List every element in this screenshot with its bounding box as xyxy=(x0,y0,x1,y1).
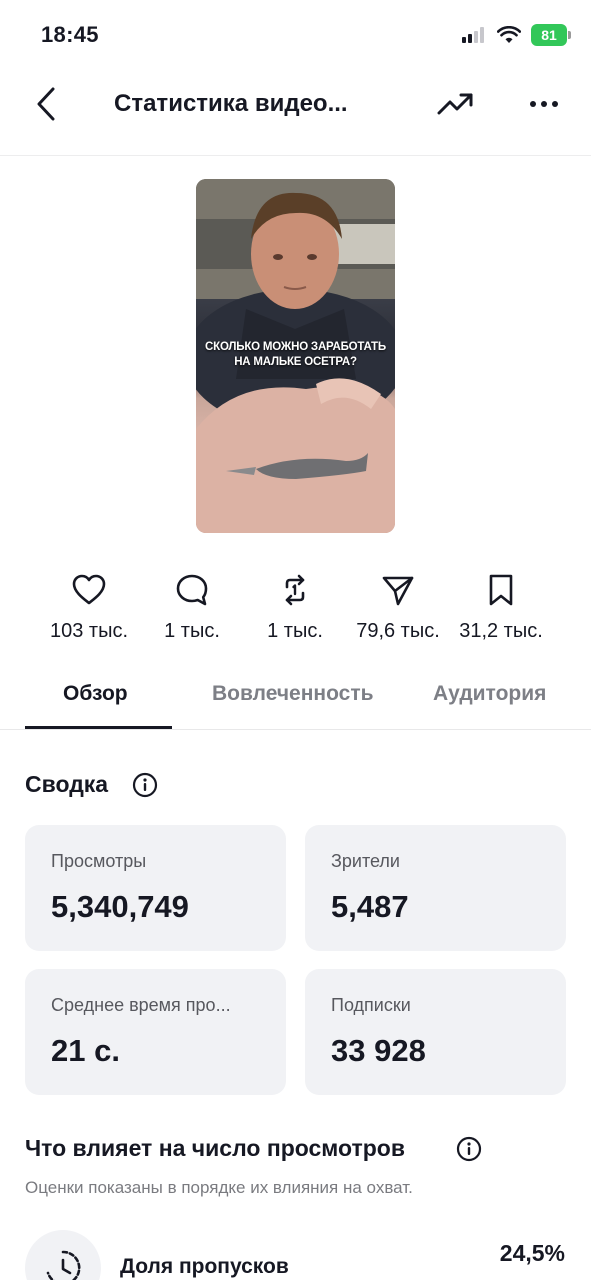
wifi-icon xyxy=(497,26,521,43)
saves-count: 31,2 тыс. xyxy=(459,620,543,642)
header: Статистика видео... xyxy=(0,70,591,156)
heart-icon xyxy=(29,570,149,610)
comment-icon xyxy=(132,570,252,610)
card-value: 33 928 xyxy=(331,1033,426,1068)
status-bar: 18:45 81 xyxy=(0,0,591,70)
summary-card-views[interactable]: Просмотры 5,340,749 xyxy=(25,825,286,951)
card-label: Подписки xyxy=(331,995,411,1015)
video-thumbnail[interactable]: СКОЛЬКО МОЖНО ЗАРАБОТАТЬ НА МАЛЬКЕ ОСЕТР… xyxy=(196,179,395,533)
stat-saves[interactable]: 31,2 тыс. xyxy=(441,570,561,643)
card-label: Среднее время про... xyxy=(51,995,231,1015)
video-caption: СКОЛЬКО МОЖНО ЗАРАБОТАТЬ НА МАЛЬКЕ ОСЕТР… xyxy=(196,340,395,370)
stat-comments[interactable]: 1 тыс. xyxy=(132,570,252,643)
summary-title: Сводка xyxy=(25,771,109,797)
status-time: 18:45 xyxy=(41,22,99,47)
video-caption-line2: НА МАЛЬКЕ ОСЕТРА? xyxy=(234,356,357,368)
comments-count: 1 тыс. xyxy=(164,620,220,642)
engagement-stats: 103 тыс. 1 тыс. 1 тыс. 79,6 тыс. 31,2 ты… xyxy=(0,570,591,650)
card-label: Просмотры xyxy=(51,851,147,871)
stat-likes[interactable]: 103 тыс. xyxy=(29,570,149,643)
trend-button[interactable] xyxy=(434,86,478,122)
bookmark-icon xyxy=(441,570,561,610)
repost-icon xyxy=(235,570,355,610)
stat-reposts[interactable]: 1 тыс. xyxy=(235,570,355,643)
factors-subtitle: Оценки показаны в порядке их влияния на … xyxy=(25,1178,413,1197)
trending-up-icon xyxy=(437,93,473,115)
shares-count: 79,6 тыс. xyxy=(356,620,440,642)
video-caption-line1: СКОЛЬКО МОЖНО ЗАРАБОТАТЬ xyxy=(205,341,386,353)
likes-count: 103 тыс. xyxy=(49,620,129,642)
card-value: 5,487 xyxy=(331,889,409,924)
factor-item-value: 24,5% xyxy=(499,1240,565,1266)
more-horizontal-icon xyxy=(530,101,558,107)
reposts-count: 1 тыс. xyxy=(267,620,323,642)
back-button[interactable] xyxy=(28,84,64,124)
more-options-button[interactable] xyxy=(522,86,566,122)
tab-audience[interactable]: Аудитория xyxy=(433,682,546,706)
clock-dashed-icon xyxy=(46,1250,81,1280)
battery-indicator: 81 xyxy=(531,24,571,46)
card-label: Зрители xyxy=(331,851,400,871)
card-value: 21 с. xyxy=(51,1033,120,1068)
stat-shares[interactable]: 79,6 тыс. xyxy=(338,570,458,643)
factor-item-icon xyxy=(25,1230,101,1280)
tab-engagement[interactable]: Вовлеченность xyxy=(212,682,374,706)
cellular-signal-icon xyxy=(462,27,484,43)
share-icon xyxy=(338,570,458,610)
summary-card-followers[interactable]: Подписки 33 928 xyxy=(305,969,566,1095)
summary-card-viewers[interactable]: Зрители 5,487 xyxy=(305,825,566,951)
summary-card-avg-watch-time[interactable]: Среднее время про... 21 с. xyxy=(25,969,286,1095)
tab-active-indicator xyxy=(25,726,172,729)
factors-title: Что влияет на число просмотров xyxy=(25,1135,405,1161)
factors-info-icon[interactable] xyxy=(456,1136,482,1162)
tab-overview[interactable]: Обзор xyxy=(63,682,128,706)
summary-info-icon[interactable] xyxy=(132,772,158,798)
tab-bar: Обзор Вовлеченность Аудитория xyxy=(0,666,591,730)
status-icons: 81 xyxy=(461,24,571,46)
card-value: 5,340,749 xyxy=(51,889,189,924)
page-title: Статистика видео... xyxy=(114,90,348,117)
factor-item-label: Доля пропусков xyxy=(120,1255,289,1278)
chevron-left-icon xyxy=(37,87,55,121)
